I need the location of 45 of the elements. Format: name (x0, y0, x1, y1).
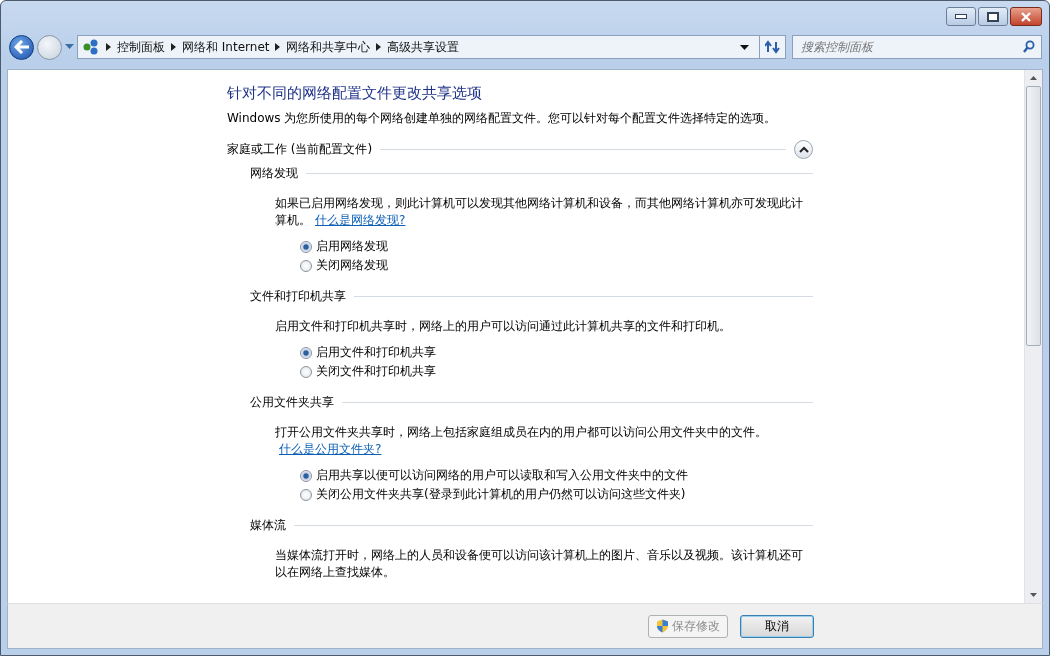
profile-label: 家庭或工作 (当前配置文件) (227, 140, 373, 158)
chevron-icon (798, 145, 809, 153)
chevron-icon[interactable] (275, 43, 281, 51)
section-description: 启用文件和打印机共享时，网络上的用户可以访问通过此计算机共享的文件和打印机。 (275, 318, 732, 335)
scrollbar[interactable] (1024, 70, 1042, 603)
search-icon[interactable] (1023, 40, 1035, 53)
radio-option[interactable]: 关闭文件和打印机共享 (300, 363, 813, 380)
scroll-up-icon[interactable] (1030, 76, 1037, 80)
page-title: 针对不同的网络配置文件更改共享选项 (227, 84, 483, 103)
radio-option[interactable]: 关闭网络发现 (300, 257, 813, 274)
section-description: 打开公用文件夹共享时，网络上包括家庭组成员在内的用户都可以访问公用文件夹中的文件。 什么是公用文件夹? (275, 424, 768, 458)
scroll-down-icon[interactable] (1030, 593, 1037, 597)
collapse-button[interactable] (794, 139, 813, 159)
section-description: 当媒体流打开时，网络上的人员和设备便可以访问该计算机上的图片、音乐以及视频。该计算机还可以在网络上查找媒体。 (275, 547, 804, 581)
radio-option[interactable]: 启用共享以便可以访问网络的用户可以读取和写入公用文件夹中的文件 (300, 467, 813, 484)
breadcrumb[interactable]: 高级共享设置 (387, 38, 460, 56)
section-description: 如果已启用网络发现，则此计算机可以发现其他网络计算机和设备，而其他网络计算机亦可发现此计算机。 什么是网络发现? (275, 195, 804, 229)
section-title: 公用文件夹共享 (250, 394, 334, 411)
chevron-icon[interactable] (171, 43, 176, 51)
chevron-icon[interactable] (106, 43, 111, 51)
help-link[interactable]: 什么是网络发现? (315, 213, 406, 227)
network-icon (82, 39, 100, 55)
intro-text: Windows 为您所使用的每个网络创建单独的网络配置文件。您可以针对每个配置文件选择特定的选项。 (227, 110, 778, 127)
refresh-icon (764, 40, 781, 54)
minimize-button[interactable] (946, 7, 976, 26)
maximize-button[interactable] (978, 7, 1008, 26)
section-title: 媒体流 (250, 517, 286, 534)
back-button[interactable] (9, 34, 34, 60)
address-bar[interactable]: 控制面板 网络和 Internet 网络和共享中心 高级共享设置 (77, 35, 786, 59)
cancel-button[interactable]: 取消 (740, 614, 814, 638)
close-button[interactable] (1010, 7, 1042, 26)
breadcrumb[interactable]: 网络和共享中心 (286, 38, 371, 56)
radio-option[interactable]: 关闭公用文件夹共享(登录到此计算机的用户仍然可以访问这些文件夹) (300, 486, 813, 503)
radio-option[interactable]: 启用网络发现 (300, 238, 813, 255)
chevron-icon[interactable] (376, 43, 382, 51)
breadcrumb[interactable]: 网络和 Internet (182, 38, 270, 56)
back-arrow-icon (13, 40, 30, 54)
search-field[interactable]: 搜索控制面板 (792, 35, 1042, 59)
section-title: 文件和打印机共享 (250, 288, 346, 305)
section-title: 网络发现 (250, 165, 298, 182)
radio-option[interactable]: 启用文件和打印机共享 (300, 344, 813, 361)
help-link[interactable]: 什么是公用文件夹? (279, 442, 382, 456)
close-icon (1020, 11, 1032, 22)
dropdown-icon[interactable] (740, 44, 749, 50)
breadcrumb[interactable]: 控制面板 (117, 38, 165, 56)
